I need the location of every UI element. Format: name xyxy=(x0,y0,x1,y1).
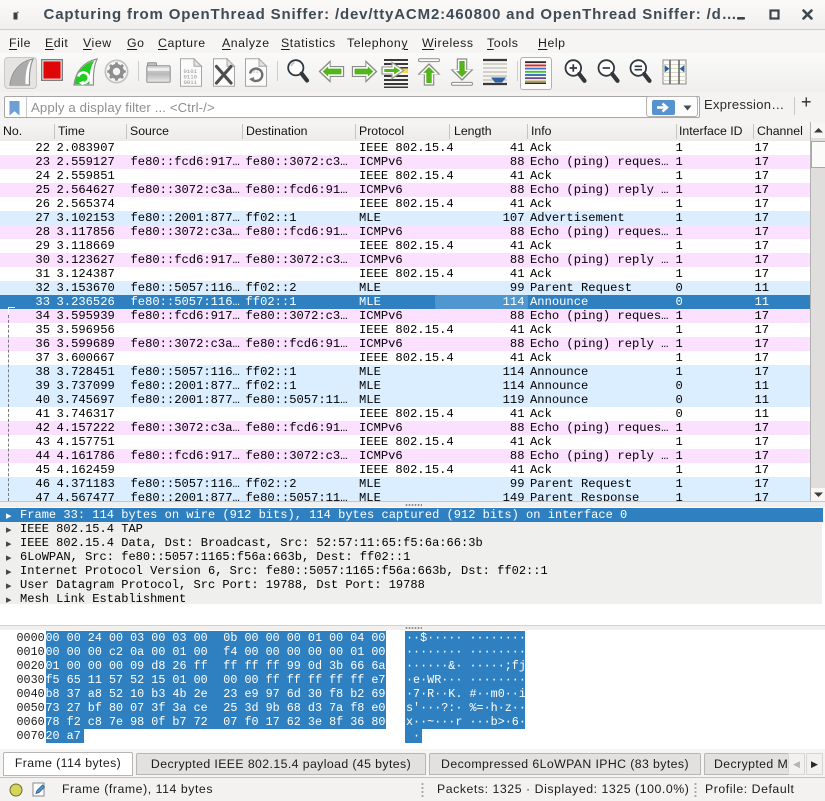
svg-text:0011: 0011 xyxy=(184,79,198,86)
